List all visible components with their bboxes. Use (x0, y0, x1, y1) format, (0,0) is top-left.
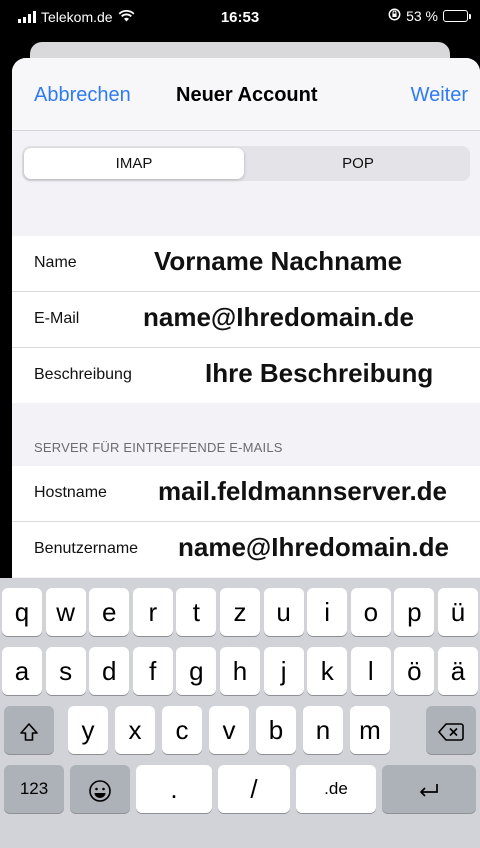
key-s[interactable]: s (45, 647, 86, 695)
key-e[interactable]: e (89, 588, 130, 636)
key-d[interactable]: d (89, 647, 130, 695)
key-a[interactable]: a (2, 647, 42, 695)
key-y[interactable]: y (68, 706, 108, 754)
hostname-row[interactable]: Hostname mail.feldmannserver.de (12, 466, 480, 522)
name-row[interactable]: Name Vorname Nachname (12, 236, 480, 292)
delete-key[interactable] (426, 706, 476, 754)
battery-icon (443, 10, 471, 22)
domain-de-key[interactable]: .de (296, 765, 376, 813)
key-k[interactable]: k (307, 647, 348, 695)
key-g[interactable]: g (176, 647, 217, 695)
key-w[interactable]: w (45, 588, 86, 636)
name-field[interactable]: Vorname Nachname (154, 246, 402, 277)
ios-screen: Telekom.de 16:53 53 % Abbrechen Neuer Ac… (0, 0, 480, 848)
protocol-segmented-control: IMAP POP (22, 146, 470, 181)
key-p[interactable]: p (394, 588, 435, 636)
key-j[interactable]: j (263, 647, 304, 695)
key-ü[interactable]: ü (438, 588, 478, 636)
key-l[interactable]: l (350, 647, 391, 695)
delete-icon (438, 715, 464, 745)
email-row[interactable]: E-Mail name@Ihredomain.de (12, 292, 480, 348)
key-i[interactable]: i (307, 588, 348, 636)
next-button[interactable]: Weiter (411, 84, 468, 107)
key-ö[interactable]: ö (394, 647, 435, 695)
segment-pop[interactable]: POP (248, 148, 468, 179)
status-bar: Telekom.de 16:53 53 % (0, 0, 480, 36)
email-label: E-Mail (34, 310, 80, 327)
description-row[interactable]: Beschreibung Ihre Beschreibung (12, 348, 480, 403)
battery-percent: 53 % (406, 8, 438, 24)
description-field[interactable]: Ihre Beschreibung (205, 358, 433, 389)
cancel-button[interactable]: Abbrechen (34, 84, 131, 107)
dot-key[interactable]: . (136, 765, 212, 813)
account-fields-group: Name Vorname Nachname E-Mail name@Ihredo… (12, 236, 480, 403)
incoming-server-header: SERVER FÜR EINTREFFENDE E-MAILS (34, 440, 283, 455)
key-o[interactable]: o (350, 588, 391, 636)
key-z[interactable]: z (220, 588, 260, 636)
status-right: 53 % (388, 8, 471, 24)
keyboard-row-3: yxcvbnm (0, 706, 480, 758)
key-t[interactable]: t (176, 588, 217, 636)
key-v[interactable]: v (209, 706, 249, 754)
key-c[interactable]: c (162, 706, 202, 754)
return-icon (417, 774, 441, 804)
description-label: Beschreibung (34, 366, 132, 383)
shift-icon (18, 715, 40, 745)
orientation-lock-icon (388, 8, 401, 24)
return-key[interactable] (382, 765, 476, 813)
incoming-server-group: Hostname mail.feldmannserver.de Benutzer… (12, 466, 480, 577)
key-b[interactable]: b (256, 706, 296, 754)
segment-imap[interactable]: IMAP (24, 148, 244, 179)
hostname-label: Hostname (34, 484, 107, 501)
emoji-key[interactable] (70, 765, 130, 813)
hostname-field[interactable]: mail.feldmannserver.de (158, 476, 447, 507)
key-r[interactable]: r (132, 588, 173, 636)
username-row[interactable]: Benutzername name@Ihredomain.de (12, 522, 480, 577)
key-m[interactable]: m (350, 706, 390, 754)
keyboard-row-2: asdfghjklöä (0, 647, 480, 699)
navigation-bar: Abbrechen Neuer Account Weiter (12, 58, 480, 131)
keyboard-row-1: qwertzuiopü (0, 588, 480, 640)
name-label: Name (34, 254, 77, 271)
username-label: Benutzername (34, 540, 139, 557)
keyboard-row-4: 123 . / .de (0, 765, 480, 817)
key-h[interactable]: h (220, 647, 260, 695)
key-n[interactable]: n (303, 706, 343, 754)
key-ä[interactable]: ä (438, 647, 478, 695)
numbers-key[interactable]: 123 (4, 765, 64, 813)
emoji-icon (88, 774, 112, 804)
shift-key[interactable] (4, 706, 54, 754)
key-x[interactable]: x (115, 706, 155, 754)
keyboard: qwertzuiopü asdfghjklöä yxcvbnm 123 . / … (0, 578, 480, 848)
page-title: Neuer Account (176, 84, 318, 106)
key-q[interactable]: q (2, 588, 42, 636)
username-field[interactable]: name@Ihredomain.de (178, 532, 449, 563)
key-u[interactable]: u (263, 588, 304, 636)
email-field[interactable]: name@Ihredomain.de (143, 302, 414, 333)
key-f[interactable]: f (132, 647, 173, 695)
slash-key[interactable]: / (218, 765, 290, 813)
